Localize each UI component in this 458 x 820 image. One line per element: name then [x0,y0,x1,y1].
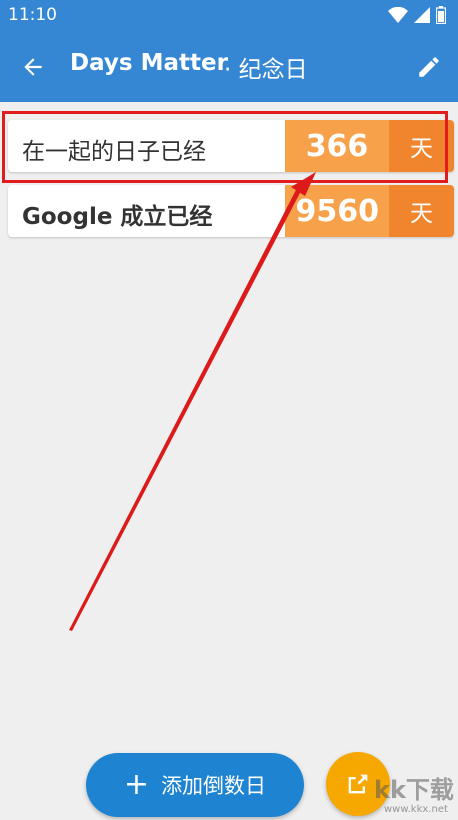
arrow-shaft [69,188,301,631]
share-icon [348,774,368,794]
add-countdown-label: 添加倒数日 [161,774,267,798]
event-day-count: 9560 [285,185,389,237]
wifi-icon [388,7,408,23]
app-subtitle: · 纪念日 [224,57,308,83]
event-day-unit: 天 [389,120,454,172]
back-button[interactable] [16,50,50,84]
status-bar: 11:10 [0,0,458,30]
event-card-anniversary[interactable]: 在一起的日子已经 366 天 [8,120,454,172]
event-day-count: 366 [285,120,389,172]
plus-icon: + [123,767,150,802]
edit-button[interactable] [412,50,446,84]
add-countdown-button[interactable]: + 添加倒数日 [86,753,304,817]
watermark-url: www.kkx.net [384,804,448,815]
event-name: 在一起的日子已经 [22,139,206,165]
status-icons [388,6,446,24]
event-day-unit: 天 [389,185,454,237]
app-title: Days Matter [70,50,228,76]
event-card-google[interactable]: Google 成立已经 9560 天 [8,185,454,237]
watermark-logo: kk下载 [374,776,454,804]
pencil-icon [419,57,439,77]
back-arrow-icon [24,58,42,76]
status-time: 11:10 [8,5,57,25]
event-name: Google 成立已经 [22,204,213,230]
battery-icon [436,6,446,24]
signal-icon [414,7,430,23]
app-bar: Days Matter · 纪念日 [0,30,458,102]
